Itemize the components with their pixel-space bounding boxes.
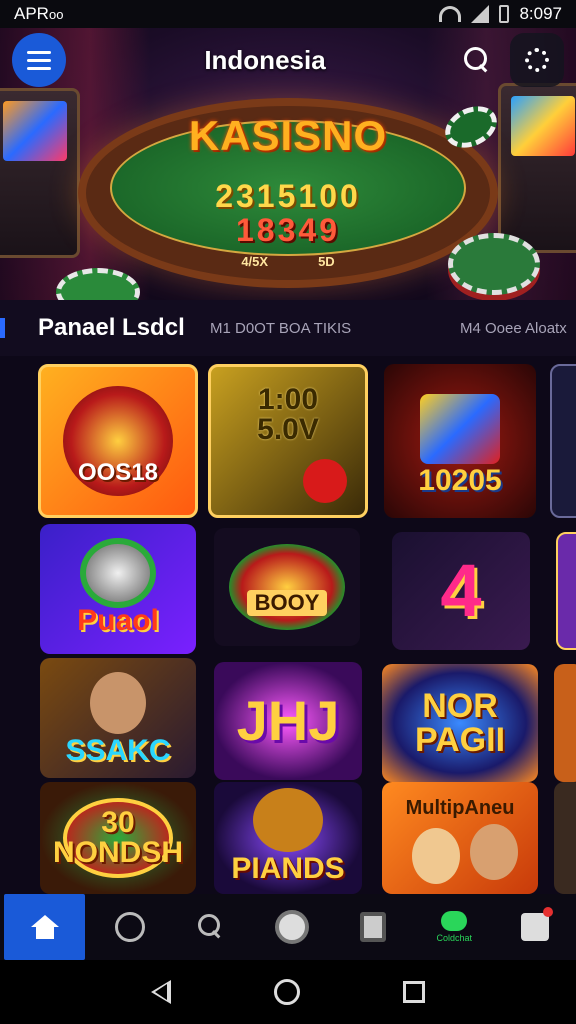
- header-actions: [463, 33, 564, 87]
- app-header: Indonesia: [0, 28, 576, 92]
- tile-label: SSAKC: [65, 734, 171, 767]
- game-tile-partial[interactable]: [554, 664, 576, 782]
- game-tile[interactable]: PIANDS: [214, 782, 362, 894]
- game-tile-partial[interactable]: [550, 364, 576, 518]
- game-tile[interactable]: JHJ: [214, 662, 362, 780]
- roulette-table: KASISNO 2315100 18349 4/5X 5D: [78, 98, 498, 288]
- game-tile[interactable]: BOOY: [214, 528, 360, 646]
- page-title: Indonesia: [204, 44, 326, 75]
- chat-label: Coldchat: [436, 933, 473, 943]
- back-icon[interactable]: [151, 980, 172, 1004]
- chat-icon: [441, 911, 468, 931]
- slot-machine-right: [498, 83, 576, 253]
- nav-chat[interactable]: Coldchat: [414, 894, 495, 960]
- tile-label: 1:00 5.0V: [257, 383, 319, 446]
- game-tile[interactable]: OOS18: [38, 364, 198, 518]
- game-tile-partial[interactable]: [556, 532, 576, 650]
- game-grid: OOS18 1:00 5.0V 10205 Puaol BOOY 4 SSAKC…: [0, 356, 576, 894]
- game-tile[interactable]: Puaol: [40, 524, 196, 654]
- poker-chip: [448, 233, 540, 295]
- game-tile[interactable]: 1:00 5.0V: [208, 364, 368, 518]
- nav-gift[interactable]: [495, 894, 576, 960]
- game-tile[interactable]: 10205: [384, 364, 536, 518]
- wifi-icon: [439, 6, 462, 22]
- table-numbers-row-2: 18349: [236, 212, 340, 248]
- tile-label: PIANDS: [231, 852, 345, 885]
- status-icons: 8:097: [439, 4, 562, 24]
- menu-button[interactable]: [12, 33, 66, 87]
- nav-search[interactable]: [170, 894, 251, 960]
- system-nav-bar: [0, 960, 576, 1024]
- section-title: Panael Lsdcl: [38, 314, 185, 341]
- game-tile[interactable]: 30 NONDSH: [40, 782, 196, 894]
- search-icon[interactable]: [463, 47, 490, 73]
- nav-documents[interactable]: [333, 894, 414, 960]
- signal-icon: [471, 5, 490, 23]
- bet-right: 5D: [318, 254, 335, 269]
- table-title: KASISNO: [188, 112, 388, 159]
- game-tile[interactable]: NOR PAGII: [382, 664, 538, 782]
- tile-label: 30 NONDSH: [52, 806, 183, 869]
- game-tile-partial[interactable]: [554, 782, 576, 894]
- tile-label: Puaol: [77, 604, 159, 637]
- tile-label: BOOY: [246, 590, 328, 616]
- nav-refresh[interactable]: [251, 894, 332, 960]
- tile-label: JHJ: [236, 689, 340, 752]
- status-bar: APRoo 8:097: [0, 0, 576, 28]
- tab-1[interactable]: M1 D0OT BOA TIKIS: [210, 320, 351, 337]
- section-accent: [0, 318, 5, 338]
- nav-home[interactable]: [4, 894, 86, 960]
- tile-label: OOS18: [77, 459, 159, 486]
- gift-icon: [521, 907, 554, 941]
- battery-icon: [499, 5, 510, 23]
- hamburger-icon: [27, 50, 51, 54]
- loading-icon: [524, 48, 549, 72]
- carrier-text: APRoo: [14, 4, 64, 23]
- system-home-icon[interactable]: [273, 979, 300, 1005]
- home-icon: [30, 915, 59, 939]
- bet-left: 4/5X: [241, 254, 269, 269]
- tile-label: NOR PAGII: [414, 687, 506, 759]
- refresh-icon: [274, 910, 309, 944]
- section-header: Panael Lsdcl M1 D0OT BOA TIKIS M4 Ooee A…: [0, 300, 576, 356]
- game-tile[interactable]: SSAKC: [40, 658, 196, 778]
- nav-history[interactable]: [89, 894, 170, 960]
- tile-label: 10205: [418, 464, 502, 497]
- settings-button[interactable]: [509, 33, 564, 87]
- history-icon: [114, 912, 145, 942]
- slot-machine-left: [0, 88, 80, 258]
- clock-time: 8:097: [519, 4, 562, 23]
- search-icon: [197, 914, 224, 940]
- tile-label: 4: [440, 549, 482, 632]
- bottom-nav: Coldchat: [0, 894, 576, 960]
- game-tile[interactable]: MultipAneu: [382, 782, 538, 894]
- document-icon: [360, 912, 387, 942]
- table-numbers-row-1: 2315100: [215, 178, 361, 214]
- game-tile[interactable]: 4: [392, 532, 530, 650]
- tile-label: MultipAneu: [405, 797, 515, 819]
- table-bets: 4/5X 5D: [86, 254, 490, 269]
- tab-2[interactable]: M4 Ooee Aloatx: [460, 320, 567, 337]
- recent-apps-icon[interactable]: [402, 981, 425, 1003]
